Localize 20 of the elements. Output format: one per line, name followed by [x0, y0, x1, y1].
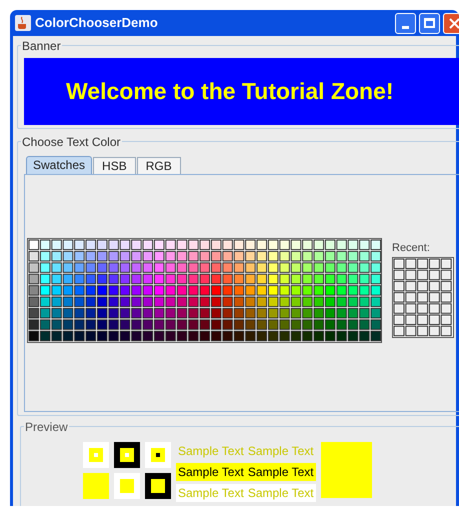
sample-text: Sample Text [178, 445, 244, 457]
banner-text: Welcome to the Tutorial Zone! [66, 77, 394, 106]
sample-text: Sample Text [178, 487, 244, 499]
swatches-drawing[interactable] [27, 238, 382, 342]
recent-label: Recent: [392, 242, 431, 254]
close-icon [449, 18, 459, 28]
close-button[interactable] [443, 12, 459, 34]
coffee-cup-icon [15, 15, 31, 31]
sample-text: Sample Text [248, 466, 314, 478]
minimize-button[interactable] [395, 12, 416, 34]
tab[interactable]: Swatches [26, 156, 92, 174]
sample-text: Sample Text [248, 445, 314, 457]
sample-text: Sample Text [178, 466, 244, 478]
color-preview-swatch [320, 442, 372, 498]
tab[interactable]: RGB [136, 157, 181, 174]
maximize-button[interactable] [419, 12, 440, 34]
sample-text: Sample Text [248, 487, 314, 499]
recent-swatches-drawing[interactable] [392, 256, 454, 338]
tab[interactable]: HSB [93, 157, 136, 174]
window-title: ColorChooserDemo [35, 14, 158, 32]
